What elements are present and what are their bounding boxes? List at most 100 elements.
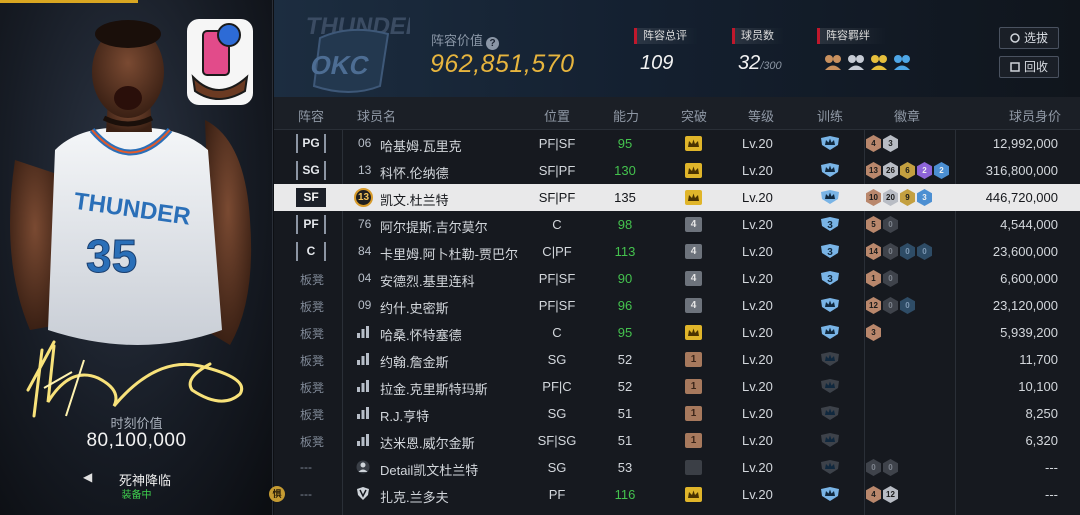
table-row[interactable]: 板凳 拉金.克里斯特玛斯 PF|C 52 1 Lv.20 10,100: [274, 373, 1080, 400]
training-badge-icon[interactable]: [820, 487, 840, 501]
skill-prev-arrow-icon[interactable]: ◀: [83, 470, 92, 484]
lineup-slot[interactable]: 板凳: [300, 352, 324, 369]
select-button[interactable]: 选拔: [999, 27, 1059, 49]
col-ability[interactable]: 能力: [613, 106, 639, 125]
badge-hex-icon[interactable]: 0: [900, 297, 915, 314]
player-name[interactable]: 约翰.詹金斯: [380, 352, 449, 371]
badge-hex-icon[interactable]: 12: [866, 297, 881, 314]
table-row[interactable]: 板凳 R.J.亨特 SG 51 1 Lv.20 8,250: [274, 400, 1080, 427]
training-badge-icon[interactable]: 3: [820, 244, 840, 258]
player-name[interactable]: 凯文.杜兰特: [380, 190, 449, 209]
col-lineup[interactable]: 阵容: [298, 106, 324, 125]
badge-hex-icon[interactable]: 12: [883, 486, 898, 503]
col-name[interactable]: 球员名: [357, 106, 396, 125]
breakthrough-level[interactable]: 1: [685, 352, 702, 367]
lineup-slot[interactable]: SF: [296, 188, 326, 207]
badge-hex-icon[interactable]: 4: [866, 486, 881, 503]
badge-hex-icon[interactable]: 6: [900, 162, 915, 179]
player-name[interactable]: 达米恩.威尔金斯: [380, 433, 475, 452]
breakthrough-level[interactable]: 1: [685, 379, 702, 394]
badge-hex-icon[interactable]: 0: [900, 243, 915, 260]
badge-hex-icon[interactable]: 20: [883, 189, 898, 206]
lineup-slot[interactable]: 板凳: [300, 406, 324, 423]
breakthrough-crown-icon[interactable]: [685, 325, 702, 340]
table-row[interactable]: PF 76 阿尔提斯.吉尔莫尔 C 98 4 Lv.20 3 5 0 4,544,000: [274, 211, 1080, 238]
recycle-button[interactable]: 回收: [999, 56, 1059, 78]
breakthrough-empty-icon[interactable]: [685, 460, 702, 475]
breakthrough-crown-icon[interactable]: [685, 163, 702, 178]
training-badge-icon[interactable]: [820, 325, 840, 339]
badge-hex-icon[interactable]: 0: [883, 459, 898, 476]
bond-icon-4[interactable]: [892, 53, 912, 71]
col-breakthrough[interactable]: 突破: [681, 106, 707, 125]
table-row[interactable]: 板凳 哈桑.怀特塞德 C 95 Lv.20 3 5,939,200: [274, 319, 1080, 346]
breakthrough-level[interactable]: 4: [685, 244, 702, 259]
table-row[interactable]: 板凳 09 约什.史密斯 PF|SF 96 4 Lv.20 12 0 0 23,120,000: [274, 292, 1080, 319]
badge-hex-icon[interactable]: 3: [883, 135, 898, 152]
player-name[interactable]: 拉金.克里斯特玛斯: [380, 379, 488, 398]
col-value[interactable]: 球员身价: [1009, 106, 1061, 125]
player-name[interactable]: 哈桑.怀特塞德: [380, 325, 462, 344]
lineup-slot[interactable]: 板凳: [300, 433, 324, 450]
lineup-slot[interactable]: 板凳: [300, 379, 324, 396]
lineup-slot[interactable]: ---: [300, 487, 312, 501]
player-name[interactable]: R.J.亨特: [380, 406, 429, 425]
player-name[interactable]: 安德烈.基里连科: [380, 271, 475, 290]
badge-hex-icon[interactable]: 13: [866, 162, 881, 179]
player-name[interactable]: 约什.史密斯: [380, 298, 449, 317]
bond-icon-2[interactable]: [846, 53, 866, 71]
help-icon[interactable]: ?: [486, 37, 500, 50]
player-name[interactable]: 扎克.兰多夫: [380, 487, 449, 506]
lineup-slot[interactable]: 板凳: [300, 271, 324, 288]
col-badges[interactable]: 徽章: [894, 106, 920, 125]
table-row[interactable]: --- Detail凯文杜兰特 SG 53 Lv.20 0 0 ---: [274, 454, 1080, 481]
badge-hex-icon[interactable]: 0: [883, 216, 898, 233]
table-row[interactable]: 板凳 04 安德烈.基里连科 PF|SF 90 4 Lv.20 3 1 0 6,600,000: [274, 265, 1080, 292]
player-name[interactable]: Detail凯文杜兰特: [380, 460, 478, 479]
badge-hex-icon[interactable]: 0: [883, 270, 898, 287]
table-row[interactable]: 板凳 达米恩.威尔金斯 SF|SG 51 1 Lv.20 6,320: [274, 427, 1080, 454]
badge-hex-icon[interactable]: 9: [900, 189, 915, 206]
lineup-slot[interactable]: SG: [296, 161, 326, 180]
badge-hex-icon[interactable]: 14: [866, 243, 881, 260]
lineup-slot[interactable]: 板凳: [300, 298, 324, 315]
lineup-slot[interactable]: PG: [296, 134, 326, 153]
col-position[interactable]: 位置: [544, 106, 570, 125]
table-row[interactable]: 板凳 约翰.詹金斯 SG 52 1 Lv.20 11,700: [274, 346, 1080, 373]
training-badge-icon[interactable]: 3: [820, 271, 840, 285]
badge-hex-icon[interactable]: 10: [866, 189, 881, 206]
training-badge-icon[interactable]: 3: [820, 217, 840, 231]
badge-hex-icon[interactable]: 2: [934, 162, 949, 179]
training-badge-icon[interactable]: [820, 190, 840, 204]
breakthrough-crown-icon[interactable]: [685, 487, 702, 502]
badge-hex-icon[interactable]: 0: [917, 243, 932, 260]
training-badge-icon[interactable]: [820, 460, 840, 474]
breakthrough-level[interactable]: 4: [685, 298, 702, 313]
badge-hex-icon[interactable]: 5: [866, 216, 881, 233]
badge-hex-icon[interactable]: 4: [866, 135, 881, 152]
player-name[interactable]: 阿尔提斯.吉尔莫尔: [380, 217, 488, 236]
badge-hex-icon[interactable]: 0: [866, 459, 881, 476]
table-row[interactable]: SF 13 凯文.杜兰特 SF|PF 135 Lv.20 10 20 9 3 446,720,000: [274, 184, 1080, 211]
table-row[interactable]: SG 13 科怀.伦纳德 SF|PF 130 Lv.20 13 26 6 2 2 316,800,00…: [274, 157, 1080, 184]
bond-icon-3[interactable]: [869, 53, 889, 71]
breakthrough-crown-icon[interactable]: [685, 190, 702, 205]
training-badge-icon[interactable]: [820, 352, 840, 366]
badge-hex-icon[interactable]: 2: [917, 162, 932, 179]
training-badge-icon[interactable]: [820, 406, 840, 420]
table-row[interactable]: PG 06 哈基姆.瓦里克 PF|SF 95 Lv.20 4 3 12,992,000: [274, 130, 1080, 157]
training-badge-icon[interactable]: [820, 163, 840, 177]
player-name[interactable]: 哈基姆.瓦里克: [380, 136, 462, 155]
badge-hex-icon[interactable]: 0: [883, 243, 898, 260]
badge-hex-icon[interactable]: 26: [883, 162, 898, 179]
breakthrough-level[interactable]: 4: [685, 271, 702, 286]
breakthrough-crown-icon[interactable]: [685, 136, 702, 151]
training-badge-icon[interactable]: [820, 433, 840, 447]
breakthrough-level[interactable]: 1: [685, 433, 702, 448]
lineup-slot[interactable]: 板凳: [300, 325, 324, 342]
player-name[interactable]: 卡里姆.阿卜杜勒-贾巴尔: [380, 244, 518, 263]
badge-hex-icon[interactable]: 1: [866, 270, 881, 287]
training-badge-icon[interactable]: [820, 379, 840, 393]
table-row[interactable]: 惧 --- 扎克.兰多夫 PF 116 Lv.20 4 12 ---: [269, 481, 1080, 508]
training-badge-icon[interactable]: [820, 136, 840, 150]
